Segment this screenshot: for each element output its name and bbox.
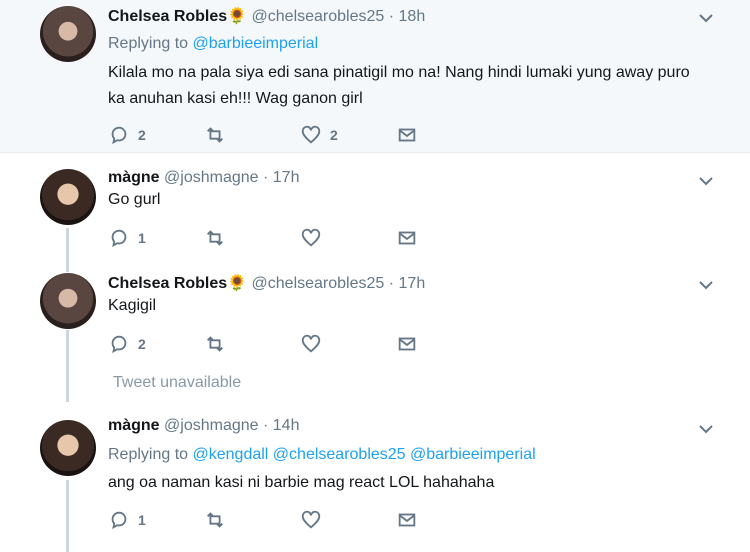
tweet-header: màgne @joshmagne · 14h (108, 417, 299, 435)
replying-prefix: Replying to (108, 35, 189, 52)
like-icon (301, 510, 321, 529)
tweet-header: Chelsea Robles🌻 @chelsearobles25 · 17h (108, 273, 425, 293)
reply-icon (111, 511, 127, 530)
display-name[interactable]: màgne (108, 417, 160, 434)
display-name[interactable]: Chelsea Robles (108, 275, 227, 292)
dm-button[interactable] (396, 333, 418, 355)
tweet[interactable]: màgne @joshmagne · 17h Go gurl 1 (0, 153, 750, 263)
tweet-unavailable: Tweet unavailable (113, 374, 242, 391)
tweet[interactable]: màgne @joshmagne · 14h Replying to @keng… (0, 405, 750, 552)
like-count: 2 (330, 127, 338, 143)
user-handle[interactable]: @joshmagne (164, 169, 259, 186)
like-button[interactable]: 2 (300, 124, 338, 146)
reply-button[interactable]: 2 (108, 333, 146, 355)
separator-dot: · (263, 417, 269, 434)
sunflower-emoji: 🌻 (227, 275, 248, 292)
avatar[interactable] (40, 169, 96, 225)
user-handle[interactable]: @chelsearobles25 (252, 275, 385, 292)
dm-icon (398, 337, 416, 351)
dm-button[interactable] (396, 509, 418, 531)
dm-icon (398, 128, 416, 142)
display-name[interactable]: màgne (108, 169, 160, 186)
avatar[interactable] (40, 6, 96, 62)
reply-icon (111, 126, 127, 145)
tweet-text-line: Go gurl (108, 191, 161, 208)
replying-prefix: Replying to (108, 446, 189, 463)
dm-button[interactable] (396, 227, 418, 249)
retweet-icon (207, 127, 223, 143)
tweet-header: màgne @joshmagne · 17h (108, 169, 299, 187)
dm-icon (398, 231, 416, 245)
dm-button[interactable] (396, 124, 418, 146)
separator-dot: · (388, 275, 395, 292)
timestamp[interactable]: 14h (273, 417, 300, 434)
timestamp[interactable]: 17h (399, 275, 426, 292)
like-icon (301, 125, 321, 144)
retweet-button[interactable] (204, 124, 234, 146)
like-button[interactable] (300, 227, 330, 249)
reply-button[interactable]: 1 (108, 509, 146, 531)
user-handle[interactable]: @chelsearobles25 (252, 8, 385, 25)
timestamp[interactable]: 17h (273, 169, 300, 186)
display-name[interactable]: Chelsea Robles (108, 8, 227, 25)
dm-icon (398, 513, 416, 527)
like-icon (301, 228, 321, 247)
replying-to: Replying to @kengdall @chelsearobles25 @… (108, 446, 536, 464)
chevron-down-icon[interactable] (698, 277, 714, 293)
mention-link[interactable]: @barbieeimperial (410, 446, 536, 463)
tweet[interactable]: Chelsea Robles🌻 @chelsearobles25 · 18h R… (0, 0, 750, 152)
separator-dot: · (263, 169, 269, 186)
tweet[interactable]: Chelsea Robles🌻 @chelsearobles25 · 17h K… (0, 263, 750, 368)
timestamp[interactable]: 18h (399, 8, 426, 25)
reply-count: 1 (138, 230, 146, 246)
reply-count: 1 (138, 512, 146, 528)
avatar[interactable] (40, 273, 96, 329)
tweet-header: Chelsea Robles🌻 @chelsearobles25 · 18h (108, 6, 425, 26)
separator-dot: · (388, 8, 395, 25)
like-icon (301, 334, 321, 353)
tweet-text-line: Kagigil (108, 297, 157, 314)
retweet-button[interactable] (204, 227, 234, 249)
reply-icon (111, 335, 127, 354)
reply-count: 2 (138, 127, 146, 143)
retweet-icon (207, 230, 223, 246)
tweet-text: ang oa naman kasi ni barbie mag react LO… (108, 470, 728, 496)
replying-to: Replying to @barbieeimperial (108, 35, 318, 53)
like-button[interactable] (300, 509, 330, 531)
mention-link[interactable]: @chelsearobles25 (273, 446, 406, 463)
retweet-icon (207, 512, 223, 528)
reply-button[interactable]: 1 (108, 227, 146, 249)
chevron-down-icon[interactable] (698, 10, 714, 26)
tweet-text-line: ang oa naman kasi ni barbie mag react LO… (108, 474, 495, 491)
reply-count: 2 (138, 336, 146, 352)
tweet-text: Kilala mo na pala siya edi sana pinatigi… (108, 60, 728, 112)
retweet-icon (207, 336, 223, 352)
tweet-text-line: ka anuhan kasi eh!!! Wag ganon girl (108, 90, 363, 107)
reply-button[interactable]: 2 (108, 124, 146, 146)
avatar[interactable] (40, 420, 96, 476)
reply-icon (111, 229, 127, 248)
user-handle[interactable]: @joshmagne (164, 417, 259, 434)
tweet-text-line: Kilala mo na pala siya edi sana pinatigi… (108, 64, 690, 81)
retweet-button[interactable] (204, 509, 234, 531)
like-button[interactable] (300, 333, 330, 355)
chevron-down-icon[interactable] (698, 421, 714, 437)
tweet-text: Go gurl (108, 187, 728, 213)
retweet-button[interactable] (204, 333, 234, 355)
mention-link[interactable]: @kengdall (193, 446, 269, 463)
sunflower-emoji: 🌻 (227, 8, 248, 25)
mention-link[interactable]: @barbieeimperial (193, 35, 319, 52)
tweet-text: Kagigil (108, 293, 728, 319)
